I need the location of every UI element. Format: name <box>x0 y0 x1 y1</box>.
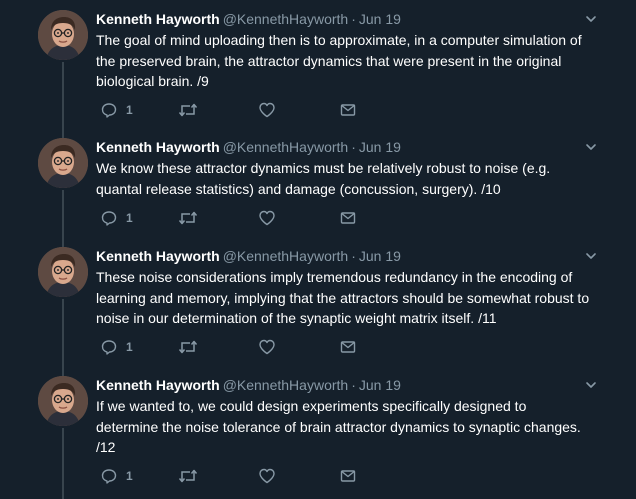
avatar[interactable] <box>38 10 88 60</box>
avatar[interactable] <box>38 376 88 426</box>
chevron-down-icon[interactable] <box>584 140 598 154</box>
direct-message-button[interactable] <box>339 337 357 357</box>
heart-icon <box>258 467 276 485</box>
reply-icon <box>100 101 118 119</box>
thread-connector-line <box>62 428 64 499</box>
like-button[interactable] <box>258 208 276 228</box>
tweet-date[interactable]: Jun 19 <box>359 248 401 264</box>
like-button[interactable] <box>258 466 276 486</box>
author-handle[interactable]: @KennethHayworth <box>223 377 349 393</box>
mail-icon <box>339 338 357 356</box>
retweet-button[interactable] <box>178 466 198 486</box>
author-name[interactable]: Kenneth Hayworth <box>96 377 220 393</box>
tweet-actions: 1 <box>96 100 396 120</box>
tweet-text-line: quantal release statistics) and damage (… <box>96 180 501 197</box>
thread-connector-line <box>62 299 64 378</box>
retweet-button[interactable] <box>178 100 198 120</box>
separator-dot: · <box>351 248 356 264</box>
author-handle[interactable]: @KennethHayworth <box>223 248 349 264</box>
tweet-header: Kenneth Hayworth @KennethHayworth · Jun 19 <box>96 10 401 28</box>
direct-message-button[interactable] <box>339 100 357 120</box>
avatar[interactable] <box>38 138 88 188</box>
direct-message-button[interactable] <box>339 466 357 486</box>
heart-icon <box>258 101 276 119</box>
mail-icon <box>339 209 357 227</box>
tweet-text-line: /12 <box>96 439 116 455</box>
tweet-actions: 1 <box>96 466 396 486</box>
author-handle[interactable]: @KennethHayworth <box>223 11 349 27</box>
thread-connector-line <box>62 190 64 250</box>
avatar[interactable] <box>38 247 88 297</box>
tweet-text: These noise considerations imply tremend… <box>96 267 606 329</box>
tweet-date[interactable]: Jun 19 <box>359 139 401 155</box>
author-name[interactable]: Kenneth Hayworth <box>96 139 220 155</box>
tweet-actions: 1 <box>96 337 396 357</box>
tweet-actions: 1 <box>96 208 396 228</box>
tweet-text-line: If we wanted to, we could design experim… <box>96 398 527 414</box>
reply-count: 1 <box>126 340 133 354</box>
chevron-down-icon[interactable] <box>584 378 598 392</box>
reply-icon <box>100 338 118 356</box>
reply-icon <box>100 209 118 227</box>
tweet-text-line: biological brain. /9 <box>96 73 209 89</box>
tweet-text: If we wanted to, we could design experim… <box>96 396 606 458</box>
mail-icon <box>339 101 357 119</box>
retweet-button[interactable] <box>178 208 198 228</box>
mail-icon <box>339 467 357 485</box>
reply-button[interactable]: 1 <box>100 337 133 357</box>
tweet-text-line: the preserved brain, the attractor dynam… <box>96 52 562 69</box>
reply-count: 1 <box>126 211 133 225</box>
tweet-text-line: determine the noise tolerance of brain a… <box>96 418 581 435</box>
thread-connector-line <box>62 62 64 140</box>
author-name[interactable]: Kenneth Hayworth <box>96 248 220 264</box>
reply-button[interactable]: 1 <box>100 100 133 120</box>
author-name[interactable]: Kenneth Hayworth <box>96 11 220 27</box>
tweet-header: Kenneth Hayworth @KennethHayworth · Jun 19 <box>96 376 401 394</box>
tweet-header: Kenneth Hayworth @KennethHayworth · Jun 19 <box>96 138 401 156</box>
tweet-header: Kenneth Hayworth @KennethHayworth · Jun 19 <box>96 247 401 265</box>
retweet-icon <box>178 209 198 227</box>
separator-dot: · <box>351 377 356 393</box>
tweet-text: The goal of mind uploading then is to ap… <box>96 30 606 92</box>
chevron-down-icon[interactable] <box>584 12 598 26</box>
tweet-text-line: These noise considerations imply tremend… <box>96 269 573 285</box>
tweet-text-line: learning and memory, implying that the a… <box>96 289 590 306</box>
chevron-down-icon[interactable] <box>584 249 598 263</box>
separator-dot: · <box>351 139 356 155</box>
like-button[interactable] <box>258 100 276 120</box>
reply-button[interactable]: 1 <box>100 208 133 228</box>
reply-count: 1 <box>126 103 133 117</box>
heart-icon <box>258 209 276 227</box>
author-handle[interactable]: @KennethHayworth <box>223 139 349 155</box>
tweet-text-line: The goal of mind uploading then is to ap… <box>96 32 582 48</box>
heart-icon <box>258 338 276 356</box>
retweet-icon <box>178 101 198 119</box>
tweet-text-line: We know these attractor dynamics must be… <box>96 160 551 176</box>
reply-icon <box>100 467 118 485</box>
tweet-date[interactable]: Jun 19 <box>359 11 401 27</box>
retweet-icon <box>178 338 198 356</box>
like-button[interactable] <box>258 337 276 357</box>
separator-dot: · <box>351 11 356 27</box>
reply-count: 1 <box>126 469 133 483</box>
tweet-text-line: noise in our determination of the synapt… <box>96 310 497 326</box>
reply-button[interactable]: 1 <box>100 466 133 486</box>
direct-message-button[interactable] <box>339 208 357 228</box>
tweet-text: We know these attractor dynamics must be… <box>96 158 606 199</box>
retweet-icon <box>178 467 198 485</box>
tweet-date[interactable]: Jun 19 <box>359 377 401 393</box>
retweet-button[interactable] <box>178 337 198 357</box>
